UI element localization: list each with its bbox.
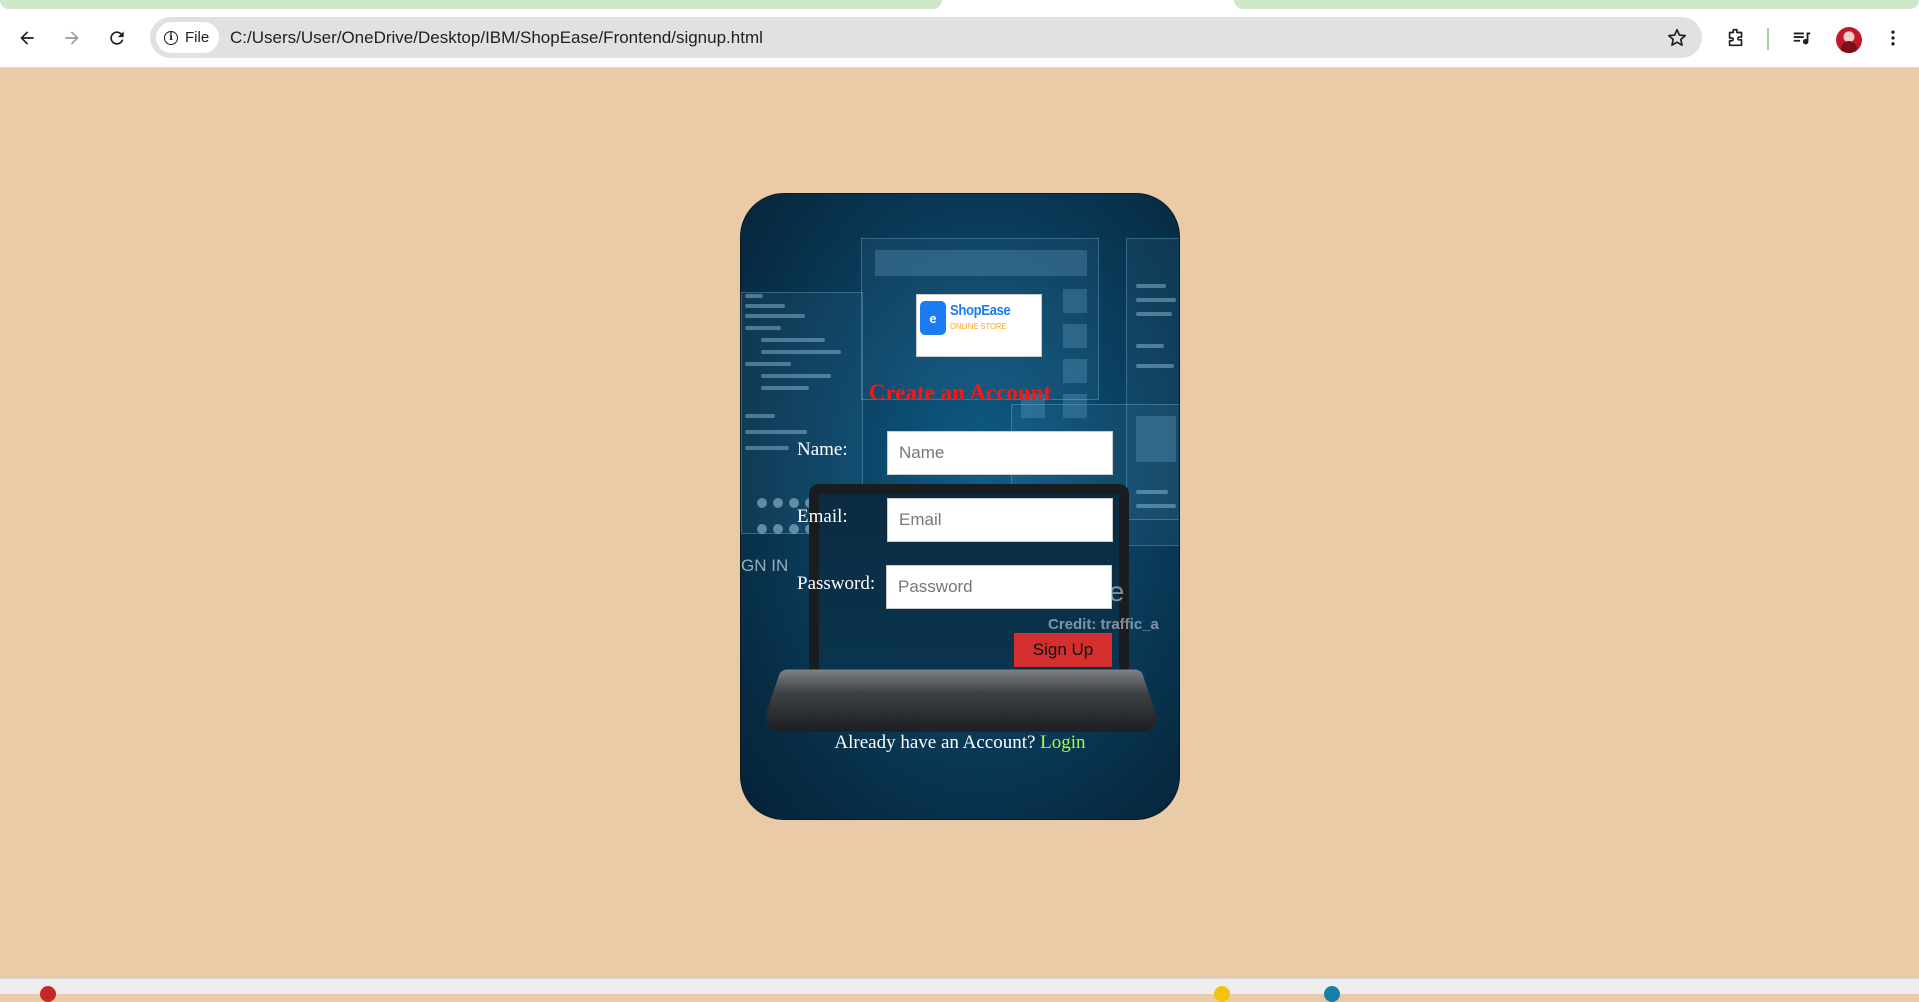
password-label: Password:: [797, 573, 876, 594]
logo-tagline: ONLINE STORE: [950, 322, 1007, 331]
logo-name: ShopEase: [950, 302, 1011, 319]
password-input[interactable]: [886, 565, 1112, 609]
name-label: Name:: [797, 439, 848, 460]
media-controls-button[interactable]: [1786, 22, 1818, 54]
address-bar[interactable]: i File C:/Users/User/OneDrive/Desktop/IB…: [150, 17, 1702, 58]
toolbar-divider: [1767, 28, 1769, 50]
sign-up-button[interactable]: Sign Up: [1014, 633, 1112, 667]
logo-mark: e: [920, 301, 946, 335]
page-title: Create an Account: [868, 380, 1052, 405]
email-input[interactable]: [887, 498, 1113, 542]
name-input[interactable]: [887, 431, 1113, 475]
shopease-logo: e ShopEase ONLINE STORE: [916, 294, 1042, 357]
taskbar-app-icon[interactable]: [1324, 986, 1340, 1002]
menu-icon: [1891, 30, 1895, 46]
forward-icon: [65, 31, 79, 45]
login-prompt: Already have an Account? Login: [741, 732, 1179, 754]
taskbar: [0, 978, 1919, 1002]
inactive-tab[interactable]: [0, 0, 942, 9]
media-icon: [1793, 32, 1811, 45]
avatar[interactable]: [1836, 27, 1862, 53]
login-link[interactable]: Login: [1040, 732, 1085, 753]
forward-button[interactable]: [56, 22, 88, 54]
login-prompt-text: Already have an Account?: [834, 732, 1036, 753]
signup-card: GN IN image Credit: traffic_a e ShopEase…: [740, 193, 1180, 820]
menu-button[interactable]: [1877, 22, 1909, 54]
reload-icon: [110, 31, 124, 45]
taskbar-app-icon[interactable]: [1214, 986, 1230, 1002]
image-credit: Credit: traffic_a: [1048, 616, 1159, 633]
reload-button[interactable]: [101, 22, 133, 54]
background-signin-text: GN IN: [741, 556, 789, 575]
taskbar-app-icon[interactable]: [40, 986, 56, 1002]
star-icon[interactable]: [1666, 27, 1688, 49]
info-icon: i: [164, 30, 178, 45]
browser-toolbar: i File C:/Users/User/OneDrive/Desktop/IB…: [0, 10, 1919, 68]
inactive-tab[interactable]: [1234, 0, 1919, 9]
back-button[interactable]: [11, 22, 43, 54]
email-label: Email:: [797, 506, 848, 527]
tab-strip: [0, 0, 1919, 10]
extensions-icon: [1728, 28, 1743, 47]
site-chip-label: File: [185, 29, 210, 46]
url-text[interactable]: C:/Users/User/OneDrive/Desktop/IBM/ShopE…: [230, 17, 763, 58]
back-icon: [20, 31, 34, 45]
site-info-chip[interactable]: i File: [156, 22, 220, 53]
extensions-button[interactable]: [1720, 22, 1752, 54]
